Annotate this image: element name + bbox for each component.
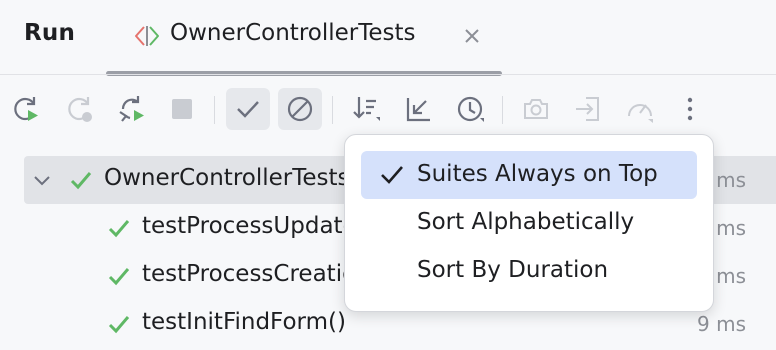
toggle-auto-test-button[interactable]	[110, 86, 154, 132]
more-icon	[687, 97, 693, 121]
header-divider	[0, 74, 776, 75]
import-tests-icon	[406, 98, 430, 122]
screenshot-icon	[524, 99, 548, 119]
tree-row-duration: 9 ms	[697, 312, 746, 336]
test-history-button[interactable]	[448, 86, 492, 132]
menu-item-label: Suites Always on Top	[417, 161, 658, 187]
tree-row-label: testInitFindForm()	[142, 309, 346, 335]
checkmark-icon	[379, 163, 405, 187]
stop-button[interactable]	[160, 86, 204, 132]
close-icon[interactable]	[462, 24, 482, 48]
sort-icon	[353, 97, 380, 121]
tab-label: OwnerControllerTests	[170, 20, 416, 46]
menu-item-label: Sort By Duration	[417, 257, 609, 283]
passed-check-icon	[106, 312, 132, 336]
menu-item-sort-by-duration[interactable]: Sort By Duration	[361, 247, 697, 295]
tree-row-duration: ms	[716, 264, 746, 288]
toolbar-separator	[214, 96, 215, 124]
chevron-down-icon[interactable]	[30, 168, 54, 192]
export-button[interactable]	[566, 86, 610, 132]
import-tests-button[interactable]	[396, 86, 440, 132]
show-passed-button[interactable]	[226, 88, 270, 130]
passed-check-icon	[106, 264, 132, 288]
run-toolbar	[0, 86, 776, 134]
rerun-failed-button[interactable]	[58, 86, 102, 132]
passed-check-icon	[106, 216, 132, 240]
rerun-icon	[14, 97, 38, 121]
show-ignored-button[interactable]	[278, 88, 322, 130]
tab-owner-controller-tests[interactable]: OwnerControllerTests	[106, 0, 502, 76]
sort-button[interactable]	[344, 86, 388, 132]
toolbar-separator	[332, 96, 333, 124]
stop-icon	[172, 99, 192, 119]
menu-item-suites-always-on-top[interactable]: Suites Always on Top	[361, 151, 697, 199]
rerun-failed-icon	[68, 97, 92, 122]
test-history-icon	[457, 96, 484, 122]
sort-popup-menu: Suites Always on Top Sort Alphabetically…	[344, 134, 714, 312]
toggle-auto-test-icon	[119, 96, 144, 122]
export-icon	[576, 97, 599, 121]
tree-row-label: OwnerControllerTests	[104, 165, 350, 191]
menu-item-sort-alphabetically[interactable]: Sort Alphabetically	[361, 199, 697, 247]
coverage-button[interactable]	[618, 86, 662, 132]
tree-row-duration: ms	[716, 168, 746, 192]
more-button[interactable]	[668, 86, 712, 132]
tree-row-duration: ms	[716, 216, 746, 240]
show-ignored-icon	[287, 96, 313, 122]
test-class-icon	[132, 22, 162, 50]
tool-window-title: Run	[24, 20, 76, 46]
menu-item-label: Sort Alphabetically	[417, 209, 635, 235]
coverage-icon	[628, 104, 653, 123]
tool-window-header: Run OwnerControllerTests	[0, 0, 776, 76]
passed-check-icon	[68, 168, 94, 192]
screenshot-button[interactable]	[514, 86, 558, 132]
rerun-button[interactable]	[4, 86, 48, 132]
show-passed-icon	[237, 101, 259, 118]
toolbar-separator	[502, 96, 503, 124]
